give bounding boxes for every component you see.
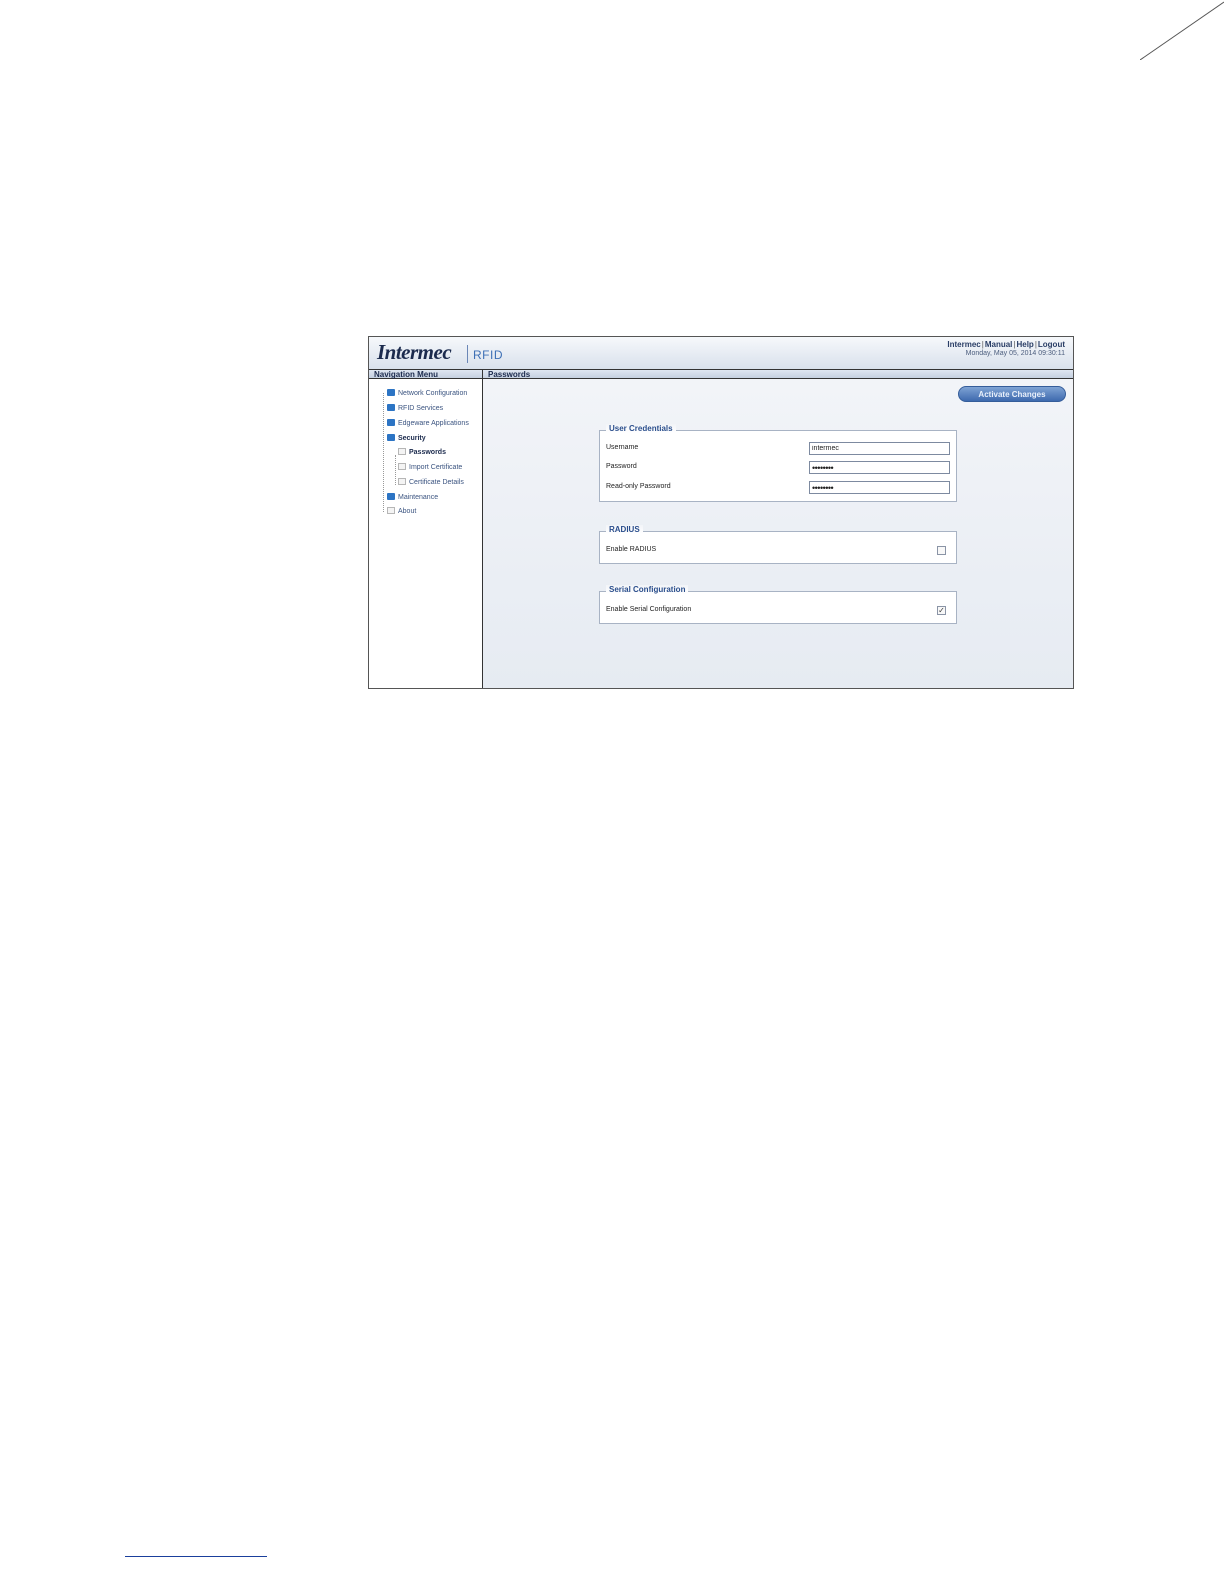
nav-item-passwords[interactable]: Passwords	[398, 448, 446, 456]
enable-serial-row: Enable Serial Configuration ✓	[606, 604, 950, 618]
folder-open-icon	[387, 434, 395, 441]
nav-item-label: Security	[398, 435, 426, 442]
password-input[interactable]	[809, 461, 950, 474]
nav-item-label: Import Certificate	[409, 464, 463, 471]
nav-item-label: Edgeware Applications	[398, 420, 469, 427]
user-credentials-group: User Credentials Username Password Read-…	[599, 424, 957, 502]
nav-item-label: Maintenance	[398, 494, 439, 501]
navigation-menu: Network Configuration RFID Services Edge…	[369, 379, 483, 688]
folder-icon	[387, 493, 395, 500]
tree-line	[383, 393, 384, 512]
enable-radius-checkbox[interactable]	[937, 546, 946, 555]
page-icon	[387, 507, 395, 514]
page-icon	[398, 463, 406, 470]
password-label: Password	[606, 463, 637, 470]
username-input[interactable]	[809, 442, 950, 455]
product-name: RFID	[473, 348, 503, 362]
nav-item-security[interactable]: Security	[387, 434, 426, 442]
serial-configuration-group: Serial Configuration Enable Serial Confi…	[599, 585, 957, 624]
readonly-password-row: Read-only Password	[606, 481, 950, 495]
nav-item-rfid-services[interactable]: RFID Services	[387, 404, 443, 412]
main-content: Activate Changes User Credentials Userna…	[483, 379, 1073, 688]
nav-item-edgeware-applications[interactable]: Edgeware Applications	[387, 419, 469, 427]
screenshot-frame: Intermec RFID Intermec|Manual|Help|Logou…	[368, 336, 1074, 689]
current-datetime: Monday, May 05, 2014 09:30:11	[965, 350, 1065, 357]
folder-icon	[387, 404, 395, 411]
intermec-logo: Intermec	[377, 340, 452, 364]
readonly-password-input[interactable]	[809, 481, 950, 494]
group-title: RADIUS	[606, 525, 643, 534]
tree-line-security	[395, 455, 396, 485]
nav-title-bar: Navigation Menu	[369, 369, 483, 379]
page-corner-line	[1140, 1, 1224, 60]
nav-item-label: Passwords	[409, 449, 446, 456]
nav-item-about[interactable]: About	[387, 507, 416, 515]
footnote-rule	[125, 1556, 267, 1557]
nav-item-network-configuration[interactable]: Network Configuration	[387, 389, 467, 397]
page-icon	[398, 478, 406, 485]
enable-radius-row: Enable RADIUS	[606, 544, 950, 558]
password-row: Password	[606, 461, 950, 475]
username-row: Username	[606, 442, 950, 456]
page-title-bar: Passwords	[483, 369, 1073, 379]
activate-changes-button[interactable]: Activate Changes	[958, 386, 1066, 402]
nav-item-certificate-details[interactable]: Certificate Details	[398, 478, 464, 486]
radius-group: RADIUS Enable RADIUS	[599, 525, 957, 564]
folder-icon	[387, 419, 395, 426]
enable-serial-checkbox[interactable]: ✓	[937, 606, 946, 615]
link-logout[interactable]: Logout	[1038, 340, 1065, 349]
nav-item-import-certificate[interactable]: Import Certificate	[398, 463, 462, 471]
nav-item-label: RFID Services	[398, 405, 444, 412]
nav-item-label: Network Configuration	[398, 390, 468, 397]
nav-item-maintenance[interactable]: Maintenance	[387, 493, 438, 501]
enable-serial-label: Enable Serial Configuration	[606, 606, 692, 613]
logo-divider	[467, 345, 468, 363]
link-help[interactable]: Help	[1016, 340, 1033, 349]
page-icon	[398, 448, 406, 455]
link-manual[interactable]: Manual	[985, 340, 1013, 349]
link-intermec[interactable]: Intermec	[947, 340, 980, 349]
top-links: Intermec|Manual|Help|Logout	[947, 340, 1065, 349]
readonly-password-label: Read-only Password	[606, 483, 671, 490]
folder-icon	[387, 389, 395, 396]
nav-item-label: About	[398, 508, 417, 515]
group-title: Serial Configuration	[606, 585, 689, 594]
enable-radius-label: Enable RADIUS	[606, 546, 657, 553]
nav-item-label: Certificate Details	[409, 479, 464, 486]
app-header: Intermec RFID Intermec|Manual|Help|Logou…	[369, 337, 1073, 370]
username-label: Username	[606, 444, 639, 451]
group-title: User Credentials	[606, 424, 676, 433]
